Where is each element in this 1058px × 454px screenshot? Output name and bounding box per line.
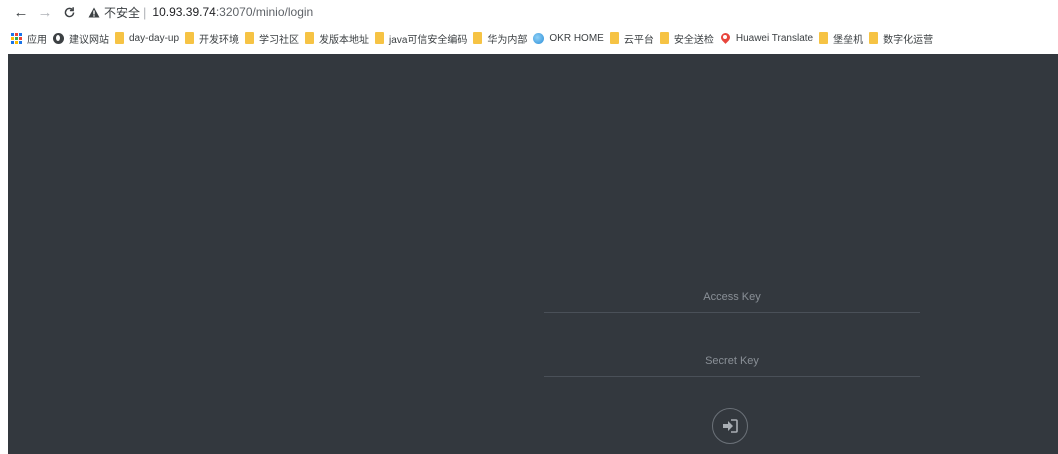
forward-arrow-icon: → [37,3,53,21]
folder-icon [473,32,483,44]
access-key-input[interactable] [544,282,920,312]
bookmark-folder-java-secure[interactable]: java可信安全编码 [375,27,473,49]
bookmark-folder-cloud[interactable]: 云平台 [609,27,660,49]
bookmark-label: 建议网站 [69,34,109,46]
bookmark-label: 云平台 [623,34,654,46]
url-host[interactable]: 10.93.39.74 [152,5,215,19]
reload-icon [64,6,74,17]
apps-grid-icon [11,32,22,44]
forward-button[interactable]: → [35,2,55,22]
bookmark-label: 应用 [27,34,47,46]
bookmark-label: 数字化运营 [883,34,934,46]
bookmark-huawei-translate[interactable]: Huawei Translate [720,27,819,49]
not-secure-label[interactable]: 不安全 [104,4,140,21]
bookmark-folder-release[interactable]: 发版本地址 [305,27,375,49]
bookmark-folder-bastion[interactable]: 堡垒机 [819,27,869,49]
bookmark-folder-dev-env[interactable]: 开发环境 [185,27,245,49]
bookmark-label: java可信安全编码 [389,34,468,46]
bookmark-label: 堡垒机 [833,34,864,46]
secret-key-field [544,346,920,377]
globe-icon [53,32,64,44]
login-button[interactable] [712,408,748,444]
bookmark-label: Huawei Translate [735,32,814,44]
secret-key-input[interactable] [544,346,920,376]
bookmark-folder-community[interactable]: 学习社区 [245,27,305,49]
access-key-field [544,282,920,313]
bookmark-folder-day-day-up[interactable]: day-day-up [115,27,185,49]
omnibox-separator: | [143,4,147,20]
url-path[interactable]: :32070/minio/login [216,5,313,19]
folder-icon [819,32,829,44]
login-form [544,54,920,454]
bookmark-label: day-day-up [129,32,180,44]
bookmark-label: 学习社区 [259,34,300,46]
bookmark-label: 华为内部 [487,34,528,46]
folder-icon [869,32,879,44]
back-arrow-icon: ← [13,3,29,21]
bookmark-folder-security[interactable]: 安全送检 [659,27,720,49]
bookmarks-bar: 应用 建议网站 day-day-up 开发环境 学习社区 发版本地址 java可… [0,27,1058,49]
bookmark-label: 发版本地址 [319,34,370,46]
folder-icon [185,32,195,44]
omnibox[interactable]: 不安全 | 10.93.39.74:32070/minio/login [88,2,313,22]
folder-icon [245,32,255,44]
folder-icon [609,32,619,44]
bookmark-apps[interactable]: 应用 [0,27,53,49]
folder-icon [659,32,669,44]
bookmark-suggested-sites[interactable]: 建议网站 [53,27,115,49]
folder-icon [115,32,124,44]
back-button[interactable]: ← [11,2,31,22]
page-viewport [8,54,1058,454]
okr-globe-icon [533,32,545,44]
folder-icon [375,32,385,44]
bookmark-label: OKR HOME [549,32,604,44]
folder-icon [305,32,315,44]
bookmark-folder-internal[interactable]: 华为内部 [473,27,533,49]
bookmark-folder-digital-ops[interactable]: 数字化运营 [869,27,939,49]
warning-triangle-icon[interactable] [88,7,100,18]
reload-button[interactable] [59,2,79,22]
bookmark-label: 安全送检 [673,34,714,46]
huawei-pin-icon [720,33,731,44]
bookmark-label: 开发环境 [199,34,240,46]
sign-in-arrow-icon [723,419,738,433]
bookmark-okr-home[interactable]: OKR HOME [533,27,609,49]
address-bar-row: ← → 不安全 | 10.93.39.74:32070/minio/login [0,0,1058,24]
browser-window: ← → 不安全 | 10.93.39.74:32070/minio/login [0,0,1058,454]
